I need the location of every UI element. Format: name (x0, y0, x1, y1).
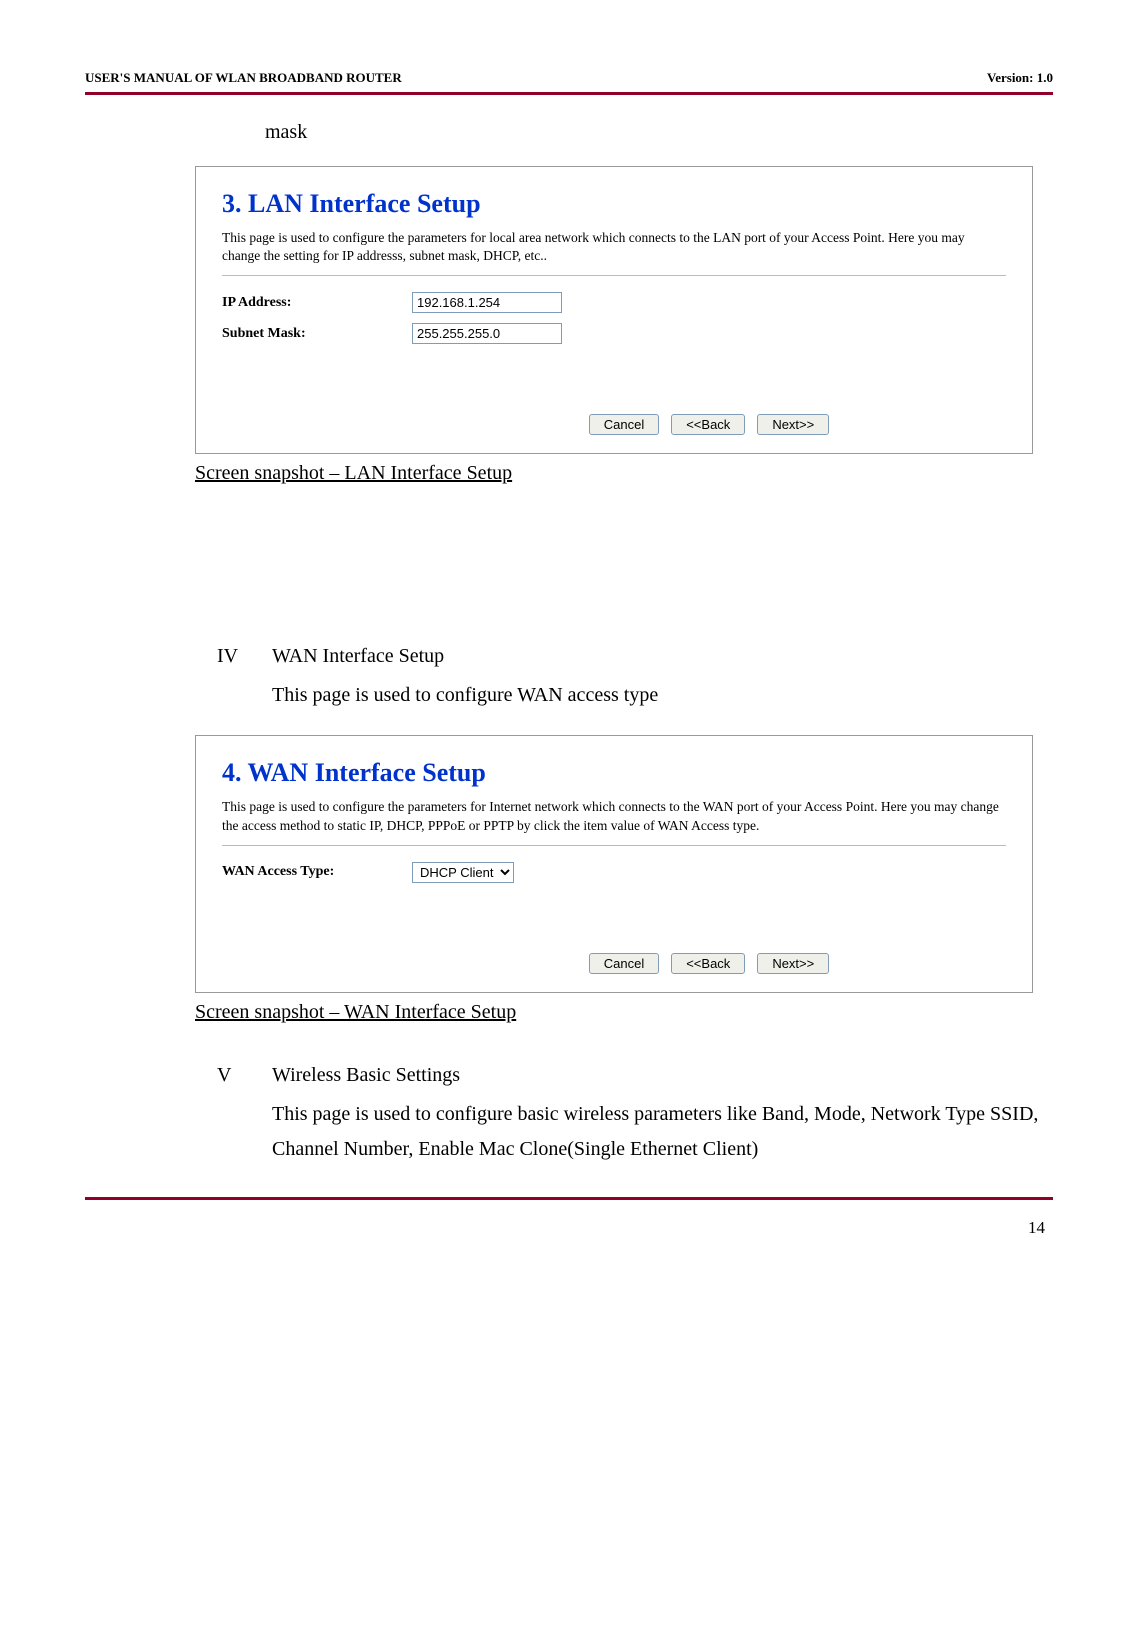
lan-button-row: Cancel <<Back Next>> (222, 414, 1006, 435)
ip-address-input[interactable] (412, 292, 562, 313)
section-v-body: This page is used to configure basic wir… (272, 1097, 1053, 1167)
back-button[interactable]: <<Back (671, 953, 745, 974)
section-iv-numeral: IV (217, 645, 272, 668)
back-button[interactable]: <<Back (671, 414, 745, 435)
wan-button-row: Cancel <<Back Next>> (222, 953, 1006, 974)
section-v-title: Wireless Basic Settings (272, 1064, 460, 1087)
cancel-button[interactable]: Cancel (589, 953, 659, 974)
wan-access-select[interactable]: DHCP Client (412, 862, 514, 883)
section-iv-body: This page is used to configure WAN acces… (272, 678, 1053, 713)
page-number: 14 (85, 1218, 1053, 1238)
divider (222, 845, 1006, 846)
wan-setup-description: This page is used to configure the param… (222, 798, 1006, 834)
divider (222, 275, 1006, 276)
header-rule (85, 92, 1053, 95)
wan-screenshot-caption: Screen snapshot – WAN Interface Setup (195, 1001, 1053, 1024)
section-iv-heading: IV WAN Interface Setup (217, 645, 1053, 668)
lan-setup-title: 3. LAN Interface Setup (222, 189, 1006, 219)
subnet-mask-label: Subnet Mask: (222, 326, 412, 342)
continued-text: mask (265, 121, 1053, 144)
lan-interface-setup-box: 3. LAN Interface Setup This page is used… (195, 166, 1033, 454)
ip-address-row: IP Address: (222, 292, 1006, 313)
footer-rule (85, 1197, 1053, 1200)
cancel-button[interactable]: Cancel (589, 414, 659, 435)
ip-address-label: IP Address: (222, 295, 412, 311)
lan-setup-description: This page is used to configure the param… (222, 229, 1006, 265)
subnet-mask-input[interactable] (412, 323, 562, 344)
wan-access-label: WAN Access Type: (222, 864, 412, 880)
section-v-numeral: V (217, 1064, 272, 1087)
header-left: USER'S MANUAL OF WLAN BROADBAND ROUTER (85, 70, 402, 86)
page-header: USER'S MANUAL OF WLAN BROADBAND ROUTER V… (85, 70, 1053, 86)
spacer (85, 525, 1053, 645)
lan-screenshot-caption: Screen snapshot – LAN Interface Setup (195, 462, 1053, 485)
subnet-mask-row: Subnet Mask: (222, 323, 1006, 344)
header-right: Version: 1.0 (987, 70, 1053, 86)
section-iv-title: WAN Interface Setup (272, 645, 444, 668)
next-button[interactable]: Next>> (757, 953, 829, 974)
wan-setup-title: 4. WAN Interface Setup (222, 758, 1006, 788)
next-button[interactable]: Next>> (757, 414, 829, 435)
wan-interface-setup-box: 4. WAN Interface Setup This page is used… (195, 735, 1033, 992)
section-v-heading: V Wireless Basic Settings (217, 1064, 1053, 1087)
wan-access-row: WAN Access Type: DHCP Client (222, 862, 1006, 883)
